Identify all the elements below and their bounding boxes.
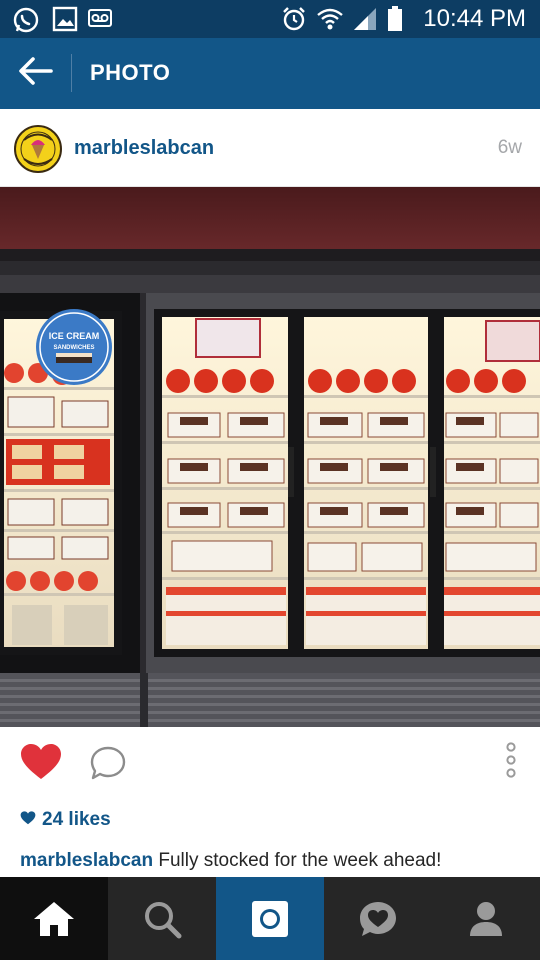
clock-time: 10:44 PM [423, 5, 526, 32]
post-username[interactable]: marbleslabcan [74, 137, 214, 160]
nav-profile[interactable] [432, 877, 540, 960]
arrow-left-icon [17, 56, 53, 91]
sign-line-2: SANDWICHES [53, 345, 94, 351]
voicemail-icon [88, 6, 112, 35]
page-title: PHOTO [90, 60, 171, 85]
more-options-button[interactable] [500, 741, 522, 786]
post-photo[interactable]: ICE CREAM SANDWICHES [0, 187, 540, 727]
more-vertical-icon [506, 742, 516, 778]
app-header: PHOTO [0, 38, 540, 109]
wifi-icon [316, 6, 344, 37]
avatar[interactable] [14, 125, 62, 173]
header-divider [71, 54, 72, 92]
alarm-icon [281, 6, 307, 37]
post-header: marbleslabcan 6w [0, 109, 540, 187]
post-caption: marbleslabcan Fully stocked for the week… [20, 850, 441, 872]
gallery-icon [52, 6, 78, 37]
comment-bubble-icon [90, 746, 126, 780]
small-heart-icon [20, 809, 36, 831]
status-bar: 10:44 PM [0, 0, 540, 38]
camera-icon [252, 900, 288, 937]
nav-activity[interactable] [324, 877, 432, 960]
sign-line-1: ICE CREAM [49, 331, 100, 341]
marble-slab-creamery-logo [17, 128, 59, 170]
caption-username[interactable]: marbleslabcan [20, 850, 153, 871]
nav-home[interactable] [0, 877, 108, 960]
like-button[interactable] [20, 743, 62, 786]
likes-text: 24 likes [42, 809, 111, 830]
post-timestamp: 6w [497, 137, 522, 158]
back-button[interactable] [10, 50, 60, 96]
nav-search[interactable] [108, 877, 216, 960]
home-icon [34, 901, 74, 936]
whatsapp-icon [12, 6, 40, 39]
search-icon [145, 901, 182, 938]
caption-text: Fully stocked for the week ahead! [153, 850, 442, 871]
heart-icon [21, 744, 61, 779]
profile-icon [470, 901, 502, 936]
bottom-nav [0, 877, 540, 960]
post-actions [0, 727, 540, 797]
activity-icon [360, 901, 396, 936]
likes-count[interactable]: 24 likes [20, 809, 111, 831]
nav-camera[interactable] [216, 877, 324, 960]
comment-button[interactable] [89, 745, 127, 786]
freezer-display-image: ICE CREAM SANDWICHES [0, 187, 540, 727]
signal-icon [352, 6, 378, 37]
battery-icon [387, 6, 403, 37]
